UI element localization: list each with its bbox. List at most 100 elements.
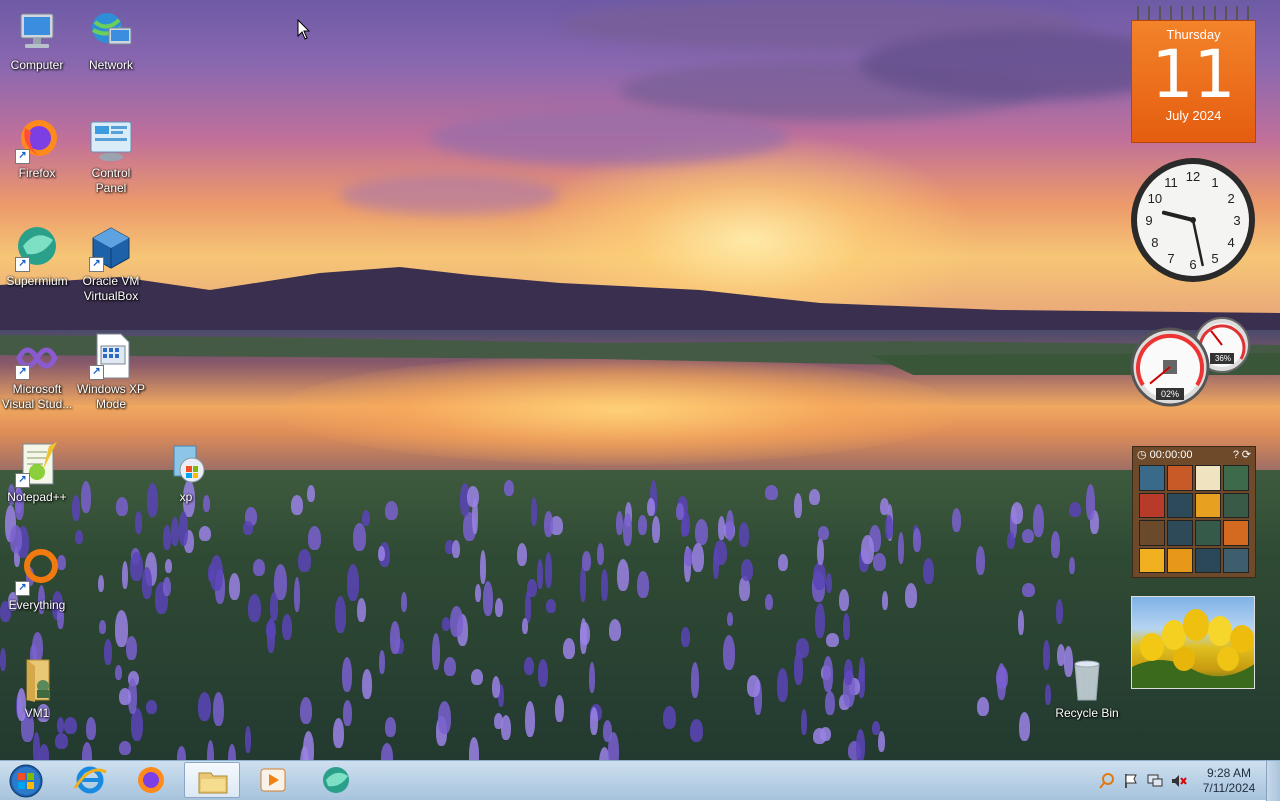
desktop-icon-label: Windows XP Mode <box>76 382 146 411</box>
desktop-icon-everything[interactable]: ↗ Everything <box>0 548 74 613</box>
wallpaper-flower <box>163 525 171 550</box>
taskbar-firefox[interactable] <box>123 762 179 798</box>
wallpaper-flower <box>1086 484 1095 520</box>
wallpaper-flower <box>820 727 831 741</box>
puzzle-tile[interactable] <box>1195 492 1221 518</box>
desktop-icon-control-panel[interactable]: Control Panel <box>74 116 148 196</box>
volume-muted-icon[interactable] <box>1171 773 1187 789</box>
desktop-icon-firefox[interactable]: ↗ Firefox <box>0 116 74 181</box>
puzzle-swap-icon[interactable]: ⟳ <box>1242 447 1251 463</box>
wallpaper-flower <box>245 726 251 753</box>
puzzle-tile[interactable] <box>1223 492 1249 518</box>
shortcut-arrow-icon: ↗ <box>89 365 104 380</box>
wallpaper-flower <box>663 706 676 729</box>
media-player-icon <box>260 768 286 792</box>
wallpaper-flower <box>390 621 400 654</box>
wallpaper-flower <box>885 515 893 539</box>
wallpaper-flower <box>81 481 91 513</box>
taskbar-file-explorer[interactable] <box>184 762 240 798</box>
wallpaper-flower <box>637 571 649 598</box>
desktop-icon-notepad-plus-plus[interactable]: ↗ Notepad++ <box>0 440 74 505</box>
taskbar-internet-explorer[interactable] <box>62 762 118 798</box>
wallpaper-flower <box>652 516 660 543</box>
taskbar-clock[interactable]: 9:28 AM 7/11/2024 <box>1196 766 1262 796</box>
desktop-icon-windows-xp-mode[interactable]: ↗ Windows XP Mode <box>74 332 148 412</box>
firefox-icon <box>138 767 164 793</box>
clock-gadget[interactable]: 1 2 3 4 5 6 7 8 9 10 11 12 <box>1130 157 1256 283</box>
wallpaper-flower <box>483 581 493 616</box>
desktop-icon-virtualbox[interactable]: ↗ Oracle VM VirtualBox <box>74 224 148 304</box>
wallpaper-flower <box>531 497 537 526</box>
action-center-flag-icon[interactable] <box>1123 773 1139 789</box>
wallpaper-flower <box>347 564 359 601</box>
desktop-icon-network[interactable]: Network <box>74 8 148 73</box>
puzzle-tile[interactable] <box>1139 465 1165 491</box>
wallpaper-flower <box>765 485 778 500</box>
desktop-icon-supermium[interactable]: ↗ Supermium <box>0 224 74 289</box>
puzzle-tile[interactable] <box>1167 520 1193 546</box>
recycle-bin-icon <box>1063 656 1111 704</box>
desktop[interactable]: Computer Network ↗ Firefox Control Panel… <box>0 0 1280 760</box>
picture-puzzle-gadget[interactable]: ◷ 00:00:00 ? ⟳ <box>1132 446 1256 578</box>
wallpaper-flower <box>198 692 211 721</box>
puzzle-tile[interactable] <box>1223 465 1249 491</box>
start-button[interactable] <box>4 762 44 800</box>
desktop-icon-computer[interactable]: Computer <box>0 8 74 73</box>
calendar-gadget[interactable]: Thursday 11 July 2024 <box>1131 6 1256 143</box>
puzzle-tile[interactable] <box>1139 492 1165 518</box>
desktop-icon-visual-studio[interactable]: ↗ Microsoft Visual Stud... <box>0 332 74 412</box>
desktop-icon-xp[interactable]: xp <box>149 440 223 505</box>
wallpaper-flower <box>692 543 704 572</box>
desktop-icon-vm1[interactable]: VM1 <box>0 656 74 721</box>
wallpaper-flower <box>75 530 83 544</box>
wallpaper-flower <box>385 717 396 737</box>
wallpaper-flower <box>913 528 921 552</box>
puzzle-help-icon[interactable]: ? <box>1233 447 1239 463</box>
puzzle-tile[interactable] <box>1195 465 1221 491</box>
wallpaper-flower <box>282 614 292 640</box>
wallpaper-flower <box>582 551 591 571</box>
desktop-icon-label: xp <box>179 490 193 504</box>
wallpaper-flower <box>815 603 825 638</box>
wallpaper-flower <box>55 733 68 749</box>
wallpaper-flower <box>976 546 985 575</box>
taskbar-time: 9:28 AM <box>1206 766 1252 780</box>
wallpaper-flower <box>300 697 312 724</box>
wallpaper-flower <box>726 510 734 541</box>
wallpaper-flower <box>844 659 853 685</box>
wallpaper-flower <box>546 599 556 613</box>
puzzle-tile[interactable] <box>1223 520 1249 546</box>
desktop-icon-label: Firefox <box>18 166 56 180</box>
puzzle-tile[interactable] <box>1139 520 1165 546</box>
supermium-icon <box>323 767 349 793</box>
puzzle-tile[interactable] <box>1223 547 1249 573</box>
wallpaper-flower <box>695 519 708 545</box>
desktop-icon-recycle-bin[interactable]: Recycle Bin <box>1050 656 1124 721</box>
search-icon[interactable] <box>1099 773 1115 789</box>
taskbar-media-player[interactable] <box>245 762 301 798</box>
puzzle-grid[interactable] <box>1139 465 1249 573</box>
desktop-icon-label: Notepad++ <box>7 490 67 504</box>
desktop-icon-label: Microsoft Visual Stud... <box>1 382 73 411</box>
taskbar-supermium[interactable] <box>306 762 362 798</box>
wallpaper-flower <box>638 515 647 535</box>
puzzle-tile[interactable] <box>1195 547 1221 573</box>
wallpaper-flower <box>765 594 773 610</box>
cpu-meter-gadget[interactable]: 36% 02% <box>1130 315 1256 410</box>
wallpaper-flower <box>357 598 366 622</box>
network-icon[interactable] <box>1147 773 1163 789</box>
wallpaper-flower <box>39 744 49 760</box>
wallpaper-flower <box>475 584 481 602</box>
wallpaper-flower <box>597 543 604 565</box>
slideshow-gadget[interactable] <box>1131 596 1255 689</box>
puzzle-tile[interactable] <box>1195 520 1221 546</box>
wallpaper-flower <box>146 700 157 714</box>
show-desktop-button[interactable] <box>1266 761 1280 801</box>
puzzle-tile[interactable] <box>1167 492 1193 518</box>
puzzle-tile[interactable] <box>1167 465 1193 491</box>
puzzle-tile[interactable] <box>1139 547 1165 573</box>
puzzle-tile[interactable] <box>1167 547 1193 573</box>
wallpaper-flower <box>538 659 548 687</box>
wallpaper-flower <box>1011 502 1023 524</box>
wallpaper-flower <box>563 638 575 659</box>
